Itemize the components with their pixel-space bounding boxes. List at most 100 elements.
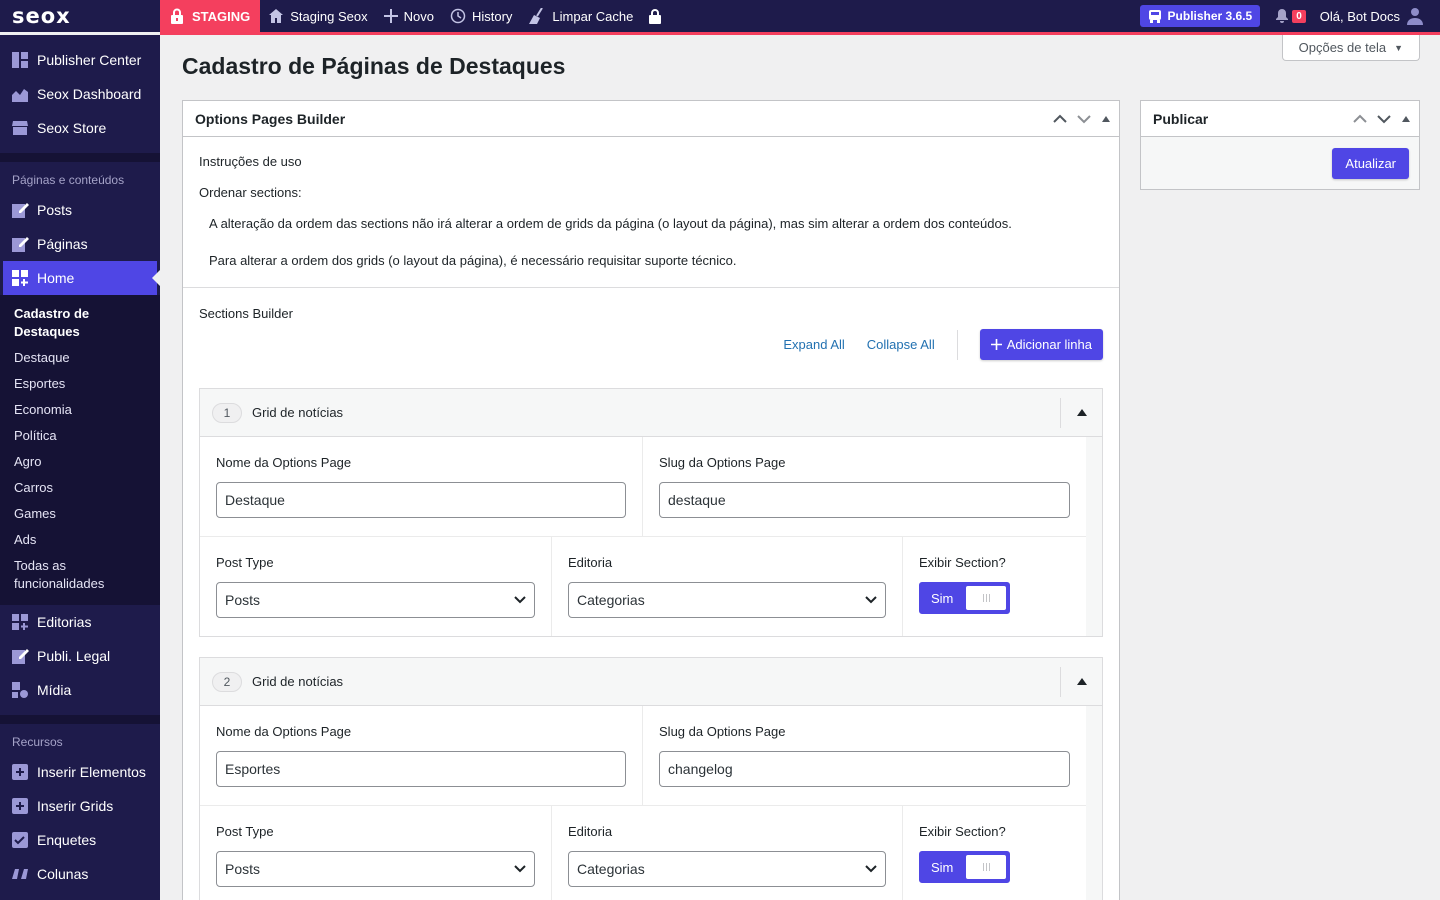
- sidebar-item-inserir-grids[interactable]: Inserir Grids: [0, 789, 160, 823]
- chevron-up-icon[interactable]: [1053, 114, 1067, 124]
- edit-icon: [11, 647, 29, 665]
- submenu-item-cadastro[interactable]: Cadastro de Destaques: [0, 301, 160, 345]
- staging-label: STAGING: [192, 8, 251, 24]
- user-avatar-icon: [1407, 8, 1423, 25]
- editoria-select[interactable]: Categorias: [568, 582, 886, 618]
- sidebar-item-seox-dashboard[interactable]: Seox Dashboard: [0, 77, 160, 111]
- site-link[interactable]: Staging Seox: [260, 0, 375, 32]
- section-row: 2 Grid de notícias Nome da Options Page …: [199, 657, 1103, 900]
- submenu-item-games[interactable]: Games: [0, 501, 160, 527]
- add-row-label: Adicionar linha: [1006, 337, 1092, 352]
- publisher-version-label: Publisher 3.6.5: [1167, 9, 1253, 23]
- field-label: Post Type: [216, 555, 274, 570]
- sidebar-section-heading: Recursos: [12, 735, 63, 749]
- toggle-knob: [966, 586, 1006, 610]
- field-label: Slug da Options Page: [659, 455, 786, 470]
- staging-badge[interactable]: STAGING: [160, 0, 261, 32]
- lock-toggle[interactable]: [641, 0, 669, 32]
- seox-logo[interactable]: seox: [0, 4, 160, 28]
- options-page-name-input[interactable]: Destaque: [216, 482, 627, 518]
- broom-icon: [529, 8, 544, 24]
- post-type-value: Posts: [225, 592, 261, 608]
- submenu-item-economia[interactable]: Economia: [0, 397, 160, 423]
- site-link-label: Staging Seox: [290, 8, 368, 24]
- screen-options-button[interactable]: Opções de tela ▼: [1281, 35, 1420, 61]
- post-type-value: Posts: [225, 861, 261, 877]
- field-label: Post Type: [216, 824, 274, 839]
- editoria-select[interactable]: Categorias: [568, 851, 886, 887]
- toggle-label: Sim: [931, 859, 954, 875]
- sidebar-item-seox-store[interactable]: Seox Store: [0, 111, 160, 145]
- chevron-down-icon[interactable]: [1077, 114, 1091, 124]
- submenu-item-politica[interactable]: Política: [0, 423, 160, 449]
- update-button[interactable]: Atualizar: [1332, 147, 1409, 179]
- field-label: Editoria: [568, 824, 613, 839]
- store-icon: [11, 119, 29, 137]
- sidebar-item-home[interactable]: Home: [3, 261, 160, 295]
- instructions-title: Instruções de uso: [199, 154, 302, 169]
- sidebar-item-publisher-center[interactable]: Publisher Center: [0, 43, 160, 77]
- toolbar-separator: [956, 329, 958, 360]
- row-collapse-toggle[interactable]: [1060, 666, 1102, 697]
- grid-icon: [11, 51, 29, 69]
- order-text-1: A alteração da ordem das sections não ir…: [209, 216, 1012, 231]
- show-section-toggle[interactable]: Sim: [919, 851, 1010, 883]
- sidebar-item-midia[interactable]: Mídia: [0, 673, 160, 707]
- post-type-select[interactable]: Posts: [216, 582, 535, 618]
- options-page-slug-input[interactable]: destaque: [659, 482, 1070, 518]
- publisher-version-button[interactable]: Publisher 3.6.5: [1139, 5, 1261, 27]
- notifications[interactable]: 0: [1270, 0, 1312, 32]
- add-box-icon: [11, 763, 29, 781]
- submenu-item-carros[interactable]: Carros: [0, 475, 160, 501]
- sidebar-item-inserir-elementos[interactable]: Inserir Elementos: [0, 755, 160, 789]
- chevron-down-icon: [865, 865, 877, 873]
- sidebar-item-publi-legal[interactable]: Publi. Legal: [0, 639, 160, 673]
- row-collapse-toggle[interactable]: [1060, 397, 1102, 428]
- sidebar-item-label: Inserir Elementos: [37, 764, 146, 780]
- area-chart-icon: [11, 85, 29, 103]
- collapse-triangle-icon[interactable]: [1401, 115, 1411, 123]
- submenu-item-ads[interactable]: Ads: [0, 527, 160, 553]
- order-title: Ordenar sections:: [199, 185, 302, 200]
- sidebar-item-posts[interactable]: Posts: [0, 193, 160, 227]
- options-page-name-input[interactable]: Esportes: [216, 751, 627, 787]
- options-page-slug-input[interactable]: changelog: [659, 751, 1070, 787]
- sidebar-item-enquetes[interactable]: Enquetes: [0, 823, 160, 857]
- add-row-button[interactable]: Adicionar linha: [979, 329, 1103, 360]
- sidebar-item-label: Publisher Center: [37, 52, 142, 68]
- chevron-up-icon[interactable]: [1353, 114, 1367, 124]
- post-type-select[interactable]: Posts: [216, 851, 535, 887]
- collapse-all-link[interactable]: Collapse All: [867, 337, 935, 352]
- collapse-triangle-icon[interactable]: [1101, 115, 1111, 123]
- sidebar-item-editorias[interactable]: Editorias: [0, 605, 160, 639]
- triangle-up-icon: [1076, 409, 1087, 416]
- sidebar-item-label: Seox Dashboard: [37, 86, 142, 102]
- sidebar-item-label: Posts: [37, 202, 73, 218]
- sidebar-item-label: Home: [37, 270, 75, 286]
- row-header[interactable]: 2 Grid de notícias: [200, 658, 1102, 706]
- toggle-knob: [966, 855, 1006, 879]
- lock-icon: [171, 8, 183, 24]
- clear-cache-label: Limpar Cache: [552, 8, 634, 24]
- submenu-item-agro[interactable]: Agro: [0, 449, 160, 475]
- submenu-item-esportes[interactable]: Esportes: [0, 371, 160, 397]
- row-header[interactable]: 1 Grid de notícias: [200, 389, 1102, 437]
- sidebar-submenu: Cadastro de Destaques Destaque Esportes …: [0, 295, 160, 605]
- user-account-menu[interactable]: Olá, Bot Docs: [1312, 0, 1432, 32]
- expand-all-link[interactable]: Expand All: [783, 337, 844, 352]
- lock-icon: [649, 8, 662, 24]
- postbox-header: Publicar: [1141, 101, 1419, 137]
- show-section-toggle[interactable]: Sim: [919, 582, 1010, 614]
- new-content-link[interactable]: Novo: [376, 0, 442, 32]
- sidebar-item-paginas[interactable]: Páginas: [0, 227, 160, 261]
- submenu-item-todas[interactable]: Todas as funcionalidades: [0, 553, 160, 597]
- chevron-down-icon[interactable]: [1377, 114, 1391, 124]
- field-label: Exibir Section?: [919, 555, 1006, 570]
- sidebar-item-colunas[interactable]: Colunas: [0, 857, 160, 891]
- submenu-item-destaque[interactable]: Destaque: [0, 345, 160, 371]
- publish-box: Publicar Atualizar: [1140, 100, 1420, 190]
- sidebar-separator: [0, 715, 160, 724]
- clear-cache-link[interactable]: Limpar Cache: [520, 0, 641, 32]
- row-title: Grid de notícias: [252, 405, 344, 420]
- history-link[interactable]: History: [442, 0, 520, 32]
